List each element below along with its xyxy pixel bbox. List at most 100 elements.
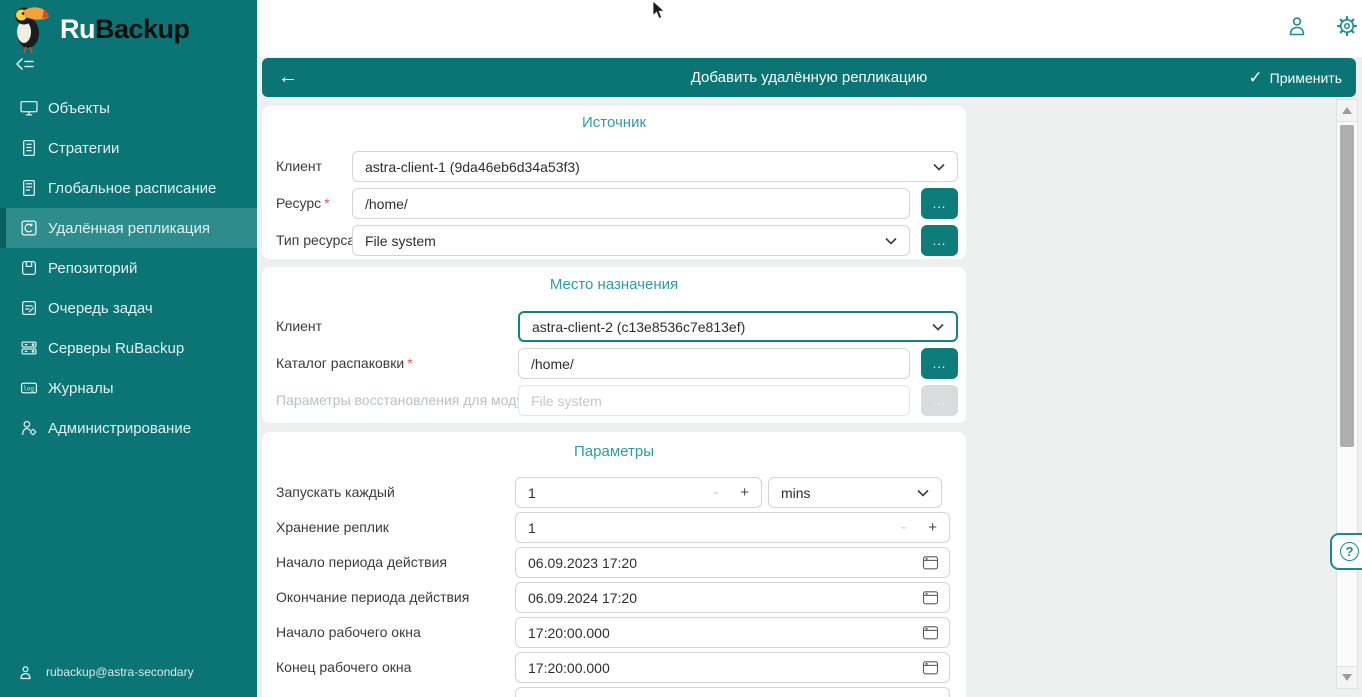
scrollbar-thumb[interactable] bbox=[1340, 125, 1354, 447]
svg-text:log: log bbox=[23, 386, 34, 392]
keep-replicas-label: Хранение реплик bbox=[276, 512, 389, 543]
sidebar-item-task-queue[interactable]: Очередь задач bbox=[0, 288, 257, 328]
chevron-down-icon bbox=[932, 323, 944, 331]
help-button[interactable]: ? bbox=[1330, 533, 1362, 570]
calendar-icon[interactable] bbox=[922, 554, 939, 571]
sidebar-menu: Объекты Стратегии Глобальное расписание … bbox=[0, 88, 257, 448]
admin-icon bbox=[20, 419, 38, 437]
sidebar-item-label: Серверы RuBackup bbox=[48, 340, 184, 357]
keep-replicas-stepper[interactable]: 1 - + bbox=[515, 512, 950, 543]
required-mark: * bbox=[407, 355, 412, 371]
sidebar-item-label: Объекты bbox=[48, 100, 110, 117]
source-client-label: Клиент bbox=[276, 151, 322, 182]
period-start-label: Начало периода действия bbox=[276, 547, 447, 578]
section-title: Источник bbox=[262, 114, 966, 131]
scroll-down-button[interactable] bbox=[1337, 666, 1357, 688]
sidebar-item-objects[interactable]: Объекты bbox=[0, 88, 257, 128]
app-title: RuBackup bbox=[60, 14, 190, 45]
module-params-label: Параметры восстановления для модуля: bbox=[276, 385, 543, 416]
sidebar-item-servers[interactable]: Серверы RuBackup bbox=[0, 328, 257, 368]
calendar-icon[interactable] bbox=[922, 624, 939, 641]
schedule-icon bbox=[20, 179, 38, 197]
repository-icon bbox=[20, 259, 38, 277]
next-field-partial[interactable] bbox=[515, 687, 950, 697]
sidebar: RuBackup Объекты Стратегии bbox=[0, 0, 257, 697]
sidebar-item-label: Стратегии bbox=[48, 140, 119, 157]
sidebar-item-global-schedule[interactable]: Глобальное расписание bbox=[0, 168, 257, 208]
sidebar-item-repository[interactable]: Репозиторий bbox=[0, 248, 257, 288]
destination-client-value: astra-client-2 (c13e8536c7e813ef) bbox=[532, 319, 932, 335]
run-every-label: Запускать каждый bbox=[276, 477, 395, 508]
destination-dir-input[interactable] bbox=[518, 348, 910, 379]
check-icon: ✓ bbox=[1248, 68, 1262, 88]
keep-replicas-value: 1 bbox=[528, 520, 901, 536]
source-type-browse-button[interactable]: ... bbox=[921, 225, 958, 256]
triangle-down-icon bbox=[1342, 674, 1352, 681]
brand-backup: Backup bbox=[95, 14, 190, 44]
sidebar-item-remote-replication[interactable]: Удалённая репликация bbox=[0, 208, 257, 248]
sidebar-item-label: Администрирование bbox=[48, 420, 191, 437]
mouse-cursor bbox=[652, 1, 665, 20]
sidebar-item-administration[interactable]: Администрирование bbox=[0, 408, 257, 448]
servers-icon bbox=[20, 339, 38, 357]
decrement-button[interactable]: - bbox=[901, 519, 906, 536]
sidebar-item-label: Глобальное расписание bbox=[48, 180, 216, 197]
run-every-stepper[interactable]: 1 - + bbox=[515, 477, 762, 508]
sidebar-item-label: Удалённая репликация bbox=[48, 220, 210, 237]
window-end-label: Конец рабочего окна bbox=[276, 652, 411, 683]
gear-icon[interactable] bbox=[1336, 15, 1358, 37]
run-every-unit-select[interactable]: mins bbox=[768, 477, 942, 508]
section-title: Место назначения bbox=[262, 276, 966, 293]
source-section: Источник Клиент astra-client-1 (9da46eb6… bbox=[262, 106, 966, 259]
sidebar-item-strategies[interactable]: Стратегии bbox=[0, 128, 257, 168]
replication-icon bbox=[20, 219, 38, 237]
apply-label: Применить bbox=[1270, 70, 1342, 86]
sidebar-item-journals[interactable]: log Журналы bbox=[0, 368, 257, 408]
logged-in-user: rubackup@astra-secondary bbox=[46, 665, 194, 679]
period-end-input[interactable] bbox=[515, 582, 950, 613]
decrement-button[interactable]: - bbox=[713, 484, 718, 501]
period-start-input[interactable] bbox=[515, 547, 950, 578]
question-icon: ? bbox=[1340, 542, 1359, 561]
sidebar-item-label: Репозиторий bbox=[48, 260, 137, 277]
task-queue-icon bbox=[20, 299, 38, 317]
monitor-icon bbox=[20, 99, 38, 117]
module-params-browse-button: ... bbox=[921, 385, 958, 416]
chevron-down-icon bbox=[917, 489, 929, 497]
module-params-input bbox=[518, 385, 910, 416]
sidebar-item-label: Журналы bbox=[48, 380, 114, 397]
source-type-select[interactable]: File system bbox=[352, 225, 910, 256]
window-end-input[interactable] bbox=[515, 652, 950, 683]
source-resource-input[interactable] bbox=[352, 188, 910, 219]
collapse-sidebar-icon[interactable] bbox=[15, 56, 35, 72]
calendar-icon[interactable] bbox=[922, 589, 939, 606]
source-client-value: astra-client-1 (9da46eb6d34a53f3) bbox=[365, 159, 933, 175]
brand-ru: Ru bbox=[60, 14, 95, 44]
period-end-label: Окончание периода действия bbox=[276, 582, 469, 613]
run-every-unit-value: mins bbox=[781, 485, 917, 501]
form-header: ← Добавить удалённую репликацию ✓ Примен… bbox=[262, 58, 1356, 97]
source-client-select[interactable]: astra-client-1 (9da46eb6d34a53f3) bbox=[352, 151, 958, 182]
toucan-logo-icon bbox=[8, 3, 54, 55]
run-every-value: 1 bbox=[528, 485, 713, 501]
window-start-input[interactable] bbox=[515, 617, 950, 648]
increment-button[interactable]: + bbox=[928, 519, 937, 536]
page-title: Добавить удалённую репликацию bbox=[262, 58, 1356, 97]
destination-dir-browse-button[interactable]: ... bbox=[921, 348, 958, 379]
destination-client-label: Клиент bbox=[276, 311, 322, 342]
vertical-scrollbar[interactable] bbox=[1336, 99, 1358, 689]
source-resource-label: Ресурс* bbox=[276, 188, 330, 219]
user-icon[interactable] bbox=[1286, 15, 1308, 37]
sidebar-footer[interactable]: rubackup@astra-secondary bbox=[0, 652, 257, 692]
topbar bbox=[257, 0, 1362, 57]
triangle-up-icon bbox=[1342, 107, 1352, 114]
increment-button[interactable]: + bbox=[740, 484, 749, 501]
destination-client-select[interactable]: astra-client-2 (c13e8536c7e813ef) bbox=[518, 311, 958, 342]
calendar-icon[interactable] bbox=[922, 659, 939, 676]
apply-button[interactable]: ✓ Применить bbox=[1248, 58, 1342, 97]
sidebar-item-label: Очередь задач bbox=[48, 300, 153, 317]
logs-icon: log bbox=[20, 379, 38, 397]
source-resource-browse-button[interactable]: ... bbox=[921, 188, 958, 219]
scroll-up-button[interactable] bbox=[1337, 100, 1357, 122]
section-title: Параметры bbox=[262, 443, 966, 460]
